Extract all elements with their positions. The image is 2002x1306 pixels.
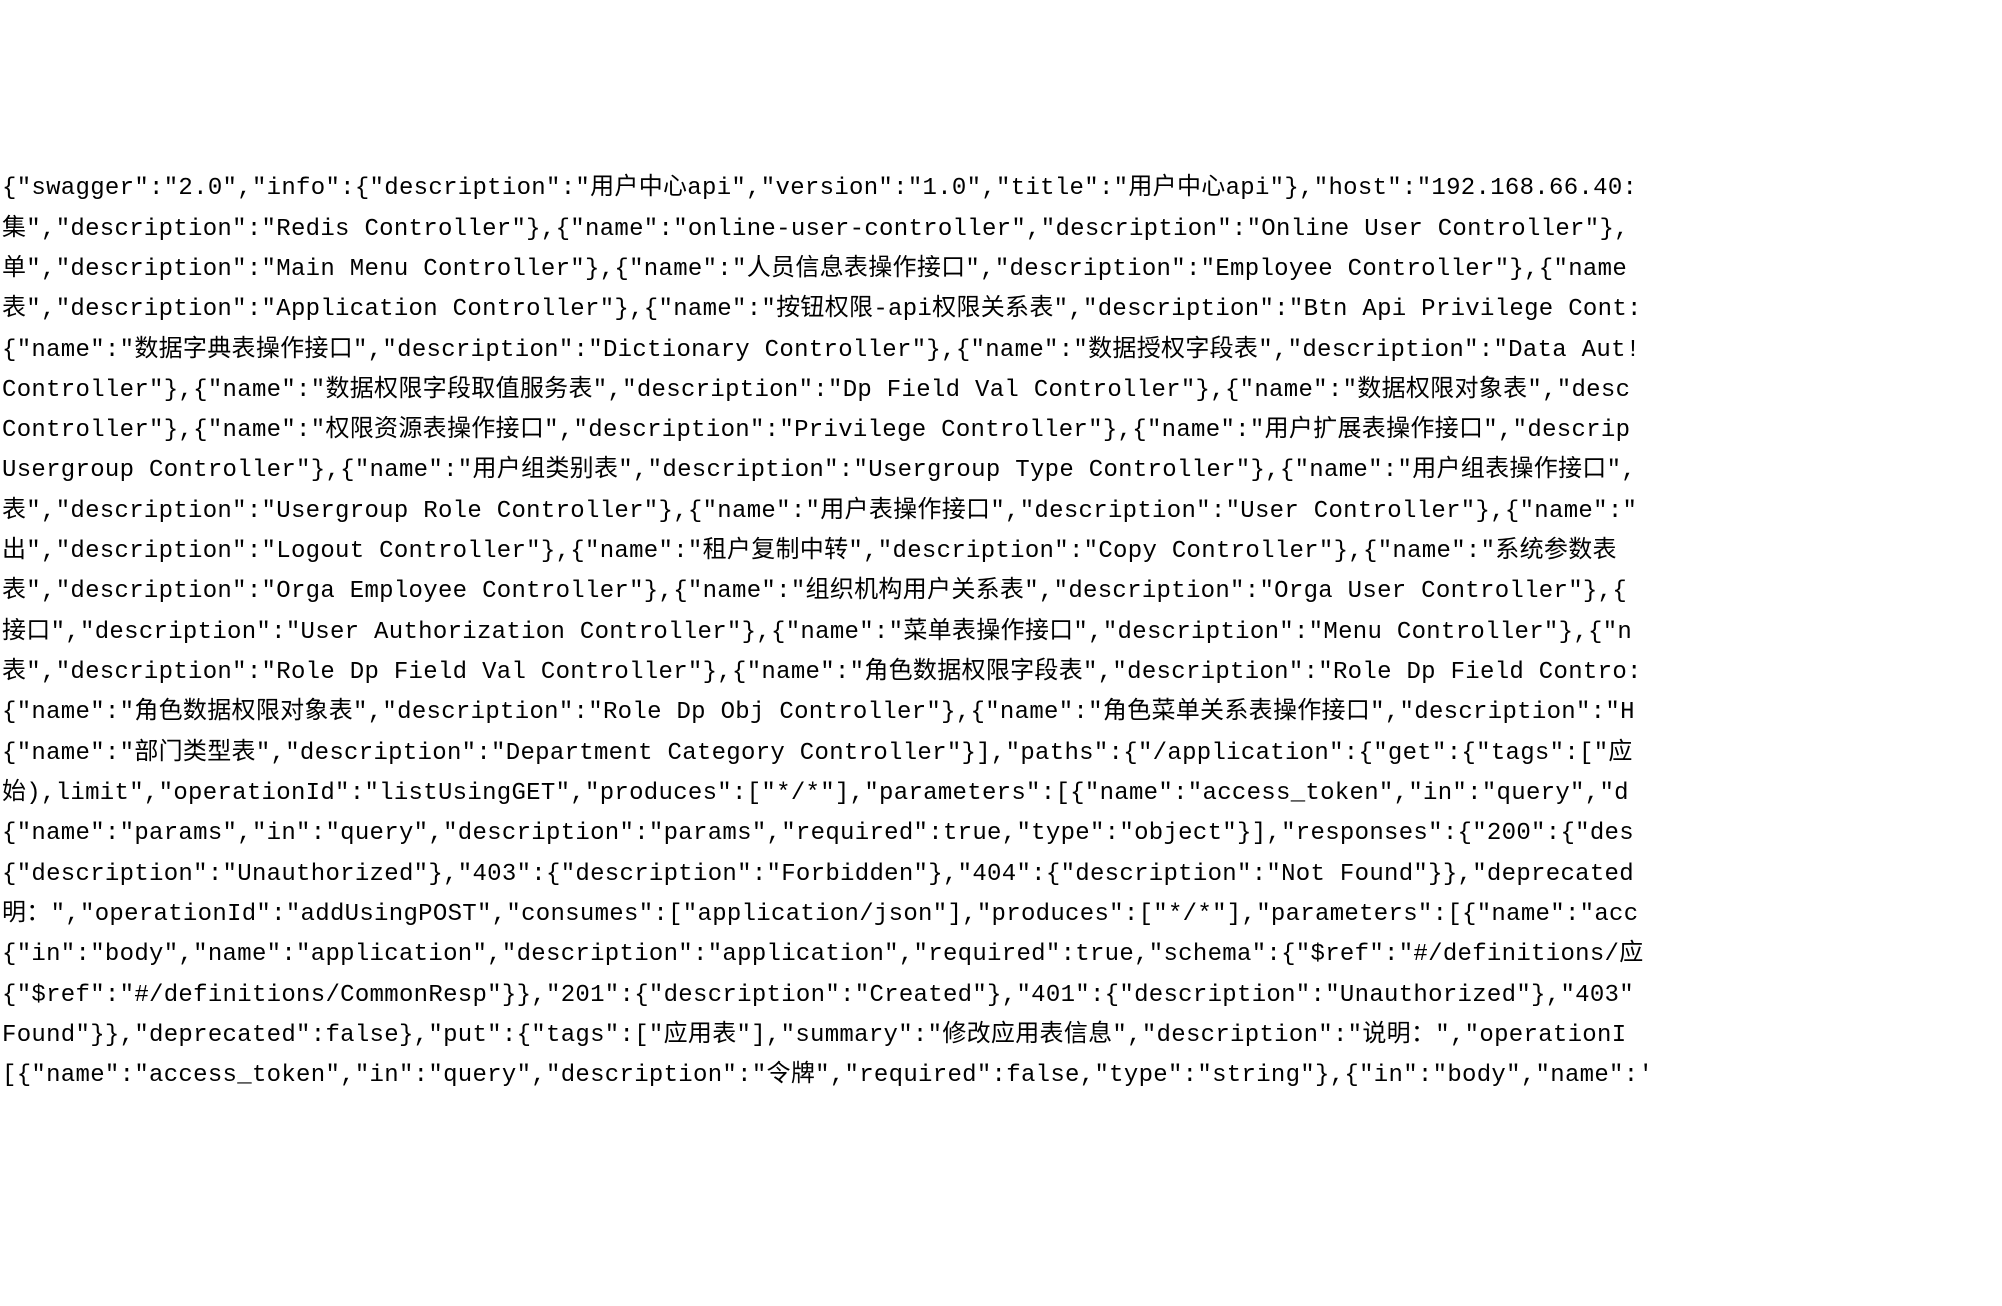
swagger-json-output: {"swagger":"2.0","info":{"description":"…: [2, 169, 2000, 1096]
